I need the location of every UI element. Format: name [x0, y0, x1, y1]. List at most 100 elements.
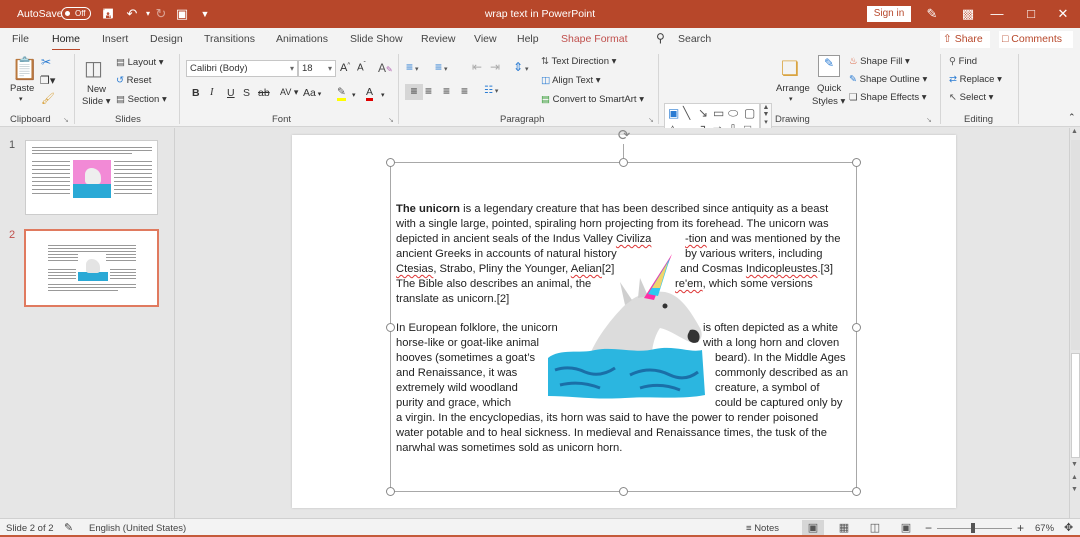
shape-effects-button[interactable]: ❏ Shape Effects ▾: [849, 92, 927, 103]
quick-styles-button[interactable]: Styles ▾: [812, 96, 845, 107]
align-left-button[interactable]: ≡: [405, 84, 423, 100]
arrow-line-shape-icon[interactable]: ↘: [698, 106, 708, 120]
slide-sorter-view-button[interactable]: ▦: [833, 520, 855, 536]
change-case-button[interactable]: Aa ▾: [303, 87, 321, 99]
increase-indent-button[interactable]: ⇥: [490, 60, 500, 74]
font-launcher-icon[interactable]: ↘: [388, 116, 394, 124]
text-line[interactable]: by various writers, including: [685, 247, 822, 262]
text-line[interactable]: water potable and to heal sickness. In m…: [396, 426, 827, 441]
rotate-handle-icon[interactable]: ⟳: [616, 128, 632, 144]
search-icon[interactable]: ⚲: [656, 31, 665, 45]
underline-button[interactable]: U: [227, 87, 235, 99]
scroll-thumb[interactable]: [1071, 353, 1080, 458]
text-line[interactable]: translate as unicorn.[2]: [396, 292, 509, 307]
sign-in-button[interactable]: Sign in: [867, 6, 911, 22]
paste-icon[interactable]: 📋: [11, 56, 38, 82]
tab-home[interactable]: Home: [52, 33, 81, 51]
tab-help[interactable]: Help: [517, 33, 539, 45]
text-line[interactable]: a virgin. In the encyclopedias, its horn…: [396, 411, 818, 426]
text-line[interactable]: ancient Greeks in accounts of natural hi…: [396, 247, 617, 262]
text-line[interactable]: depicted in ancient seals of the Indus V…: [396, 232, 651, 247]
arrange-icon[interactable]: ❏: [781, 56, 799, 81]
paragraph-launcher-icon[interactable]: ↘: [648, 116, 654, 124]
text-shadow-button[interactable]: S: [243, 87, 250, 99]
line-shape-icon[interactable]: ╲: [683, 106, 690, 120]
new-slide-label-1[interactable]: New: [87, 84, 106, 95]
font-size-combo[interactable]: 18 ▾: [298, 60, 336, 77]
shape-fill-button[interactable]: ♨ Shape Fill ▾: [849, 56, 910, 67]
resize-handle-top[interactable]: [619, 158, 628, 167]
fit-to-window-icon[interactable]: ✥: [1064, 521, 1073, 534]
text-line[interactable]: with a long horn and cloven: [703, 336, 839, 351]
font-color-dropdown-icon[interactable]: ▾: [381, 91, 385, 99]
close-icon[interactable]: ✕: [1053, 4, 1073, 24]
resize-handle-top-left[interactable]: [386, 158, 395, 167]
text-line[interactable]: Ctesias, Strabo, Pliny the Younger, Aeli…: [396, 262, 614, 277]
slide-thumbnail-2[interactable]: [24, 229, 159, 307]
text-line[interactable]: purity and grace, which: [396, 396, 511, 411]
text-line[interactable]: commonly described as an: [715, 366, 848, 381]
bold-button[interactable]: B: [192, 87, 200, 99]
new-slide-icon[interactable]: ◫: [84, 56, 103, 81]
slide-thumbnail-1[interactable]: [25, 140, 158, 215]
resize-handle-bottom-right[interactable]: [852, 487, 861, 496]
collapse-ribbon-icon[interactable]: ⌃: [1068, 112, 1076, 123]
vertical-scrollbar[interactable]: ▲ ▼ ▲ ▼: [1069, 128, 1080, 518]
layout-button[interactable]: ▤ Layout ▾: [116, 57, 164, 68]
justify-button[interactable]: ≡: [461, 84, 468, 98]
section-button[interactable]: ▤ Section ▾: [116, 94, 167, 105]
align-text-button[interactable]: ◫ Align Text ▾: [541, 75, 601, 86]
share-button[interactable]: ⇧ Share: [940, 31, 990, 48]
rounded-rect-shape-icon[interactable]: ▢: [744, 106, 755, 120]
text-line[interactable]: and Cosmas Indicopleustes.[3]: [680, 262, 833, 277]
language-indicator[interactable]: English (United States): [89, 523, 186, 534]
find-button[interactable]: ⚲ Find: [949, 56, 977, 67]
text-line[interactable]: -tion and was mentioned by the: [685, 232, 840, 247]
text-line[interactable]: narwhal was sometimes sold as unicorn ho…: [396, 441, 622, 456]
cut-icon[interactable]: ✂: [41, 55, 51, 69]
zoom-in-button[interactable]: +: [1017, 521, 1024, 535]
zoom-slider-thumb[interactable]: [970, 523, 975, 533]
text-line[interactable]: horse-like or goat-like animal: [396, 336, 539, 351]
copy-icon[interactable]: ❐▾: [40, 74, 55, 87]
text-line[interactable]: with a single large, pointed, spiraling …: [396, 217, 829, 232]
clipboard-launcher-icon[interactable]: ↘: [63, 116, 69, 124]
highlight-dropdown-icon[interactable]: ▾: [352, 91, 356, 99]
maximize-icon[interactable]: □: [1021, 4, 1041, 24]
text-line[interactable]: could be captured only by: [715, 396, 843, 411]
columns-button[interactable]: ☷ ▾: [484, 85, 498, 96]
text-line[interactable]: is often depicted as a white: [703, 321, 838, 336]
resize-handle-top-right[interactable]: [852, 158, 861, 167]
align-right-button[interactable]: ≡: [443, 84, 450, 98]
text-line[interactable]: In European folklore, the unicorn: [396, 321, 558, 336]
text-direction-button[interactable]: ⇅ Text Direction ▾: [541, 56, 616, 67]
font-name-combo[interactable]: Calibri (Body) ▾: [186, 60, 298, 77]
character-spacing-button[interactable]: AV ▾: [280, 87, 298, 98]
rectangle-shape-icon[interactable]: ▭: [713, 106, 724, 120]
bullets-button[interactable]: ≡ ▾: [406, 60, 418, 74]
text-line[interactable]: creature, a symbol of: [715, 381, 819, 396]
text-line[interactable]: re'em, which some versions: [675, 277, 813, 292]
tab-shape-format[interactable]: Shape Format: [561, 33, 628, 45]
new-slide-button[interactable]: Slide ▾: [82, 96, 111, 107]
search-box[interactable]: Search: [678, 33, 711, 45]
accessibility-icon[interactable]: ✎: [64, 521, 73, 534]
paste-dropdown-icon[interactable]: ▾: [19, 95, 23, 103]
arrange-button[interactable]: Arrange: [776, 83, 810, 94]
text-box-shape-icon[interactable]: ▣: [668, 106, 679, 120]
align-center-button[interactable]: ≡: [425, 84, 432, 98]
arrange-dropdown-icon[interactable]: ▾: [789, 95, 793, 103]
ribbon-display-icon[interactable]: ▩: [960, 6, 976, 22]
oval-shape-icon[interactable]: ⬭: [728, 106, 738, 120]
tab-file[interactable]: File: [12, 33, 29, 45]
tab-insert[interactable]: Insert: [102, 33, 128, 45]
strikethrough-button[interactable]: ab: [258, 87, 270, 99]
tab-design[interactable]: Design: [150, 33, 183, 45]
comments-button[interactable]: □ Comments: [999, 31, 1073, 48]
resize-handle-bottom-left[interactable]: [386, 487, 395, 496]
tab-review[interactable]: Review: [421, 33, 455, 45]
clear-formatting-icon[interactable]: A✎: [378, 61, 393, 75]
zoom-out-button[interactable]: −: [925, 521, 932, 535]
text-line[interactable]: The unicorn is a legendary creature that…: [396, 202, 828, 217]
tab-view[interactable]: View: [474, 33, 497, 45]
